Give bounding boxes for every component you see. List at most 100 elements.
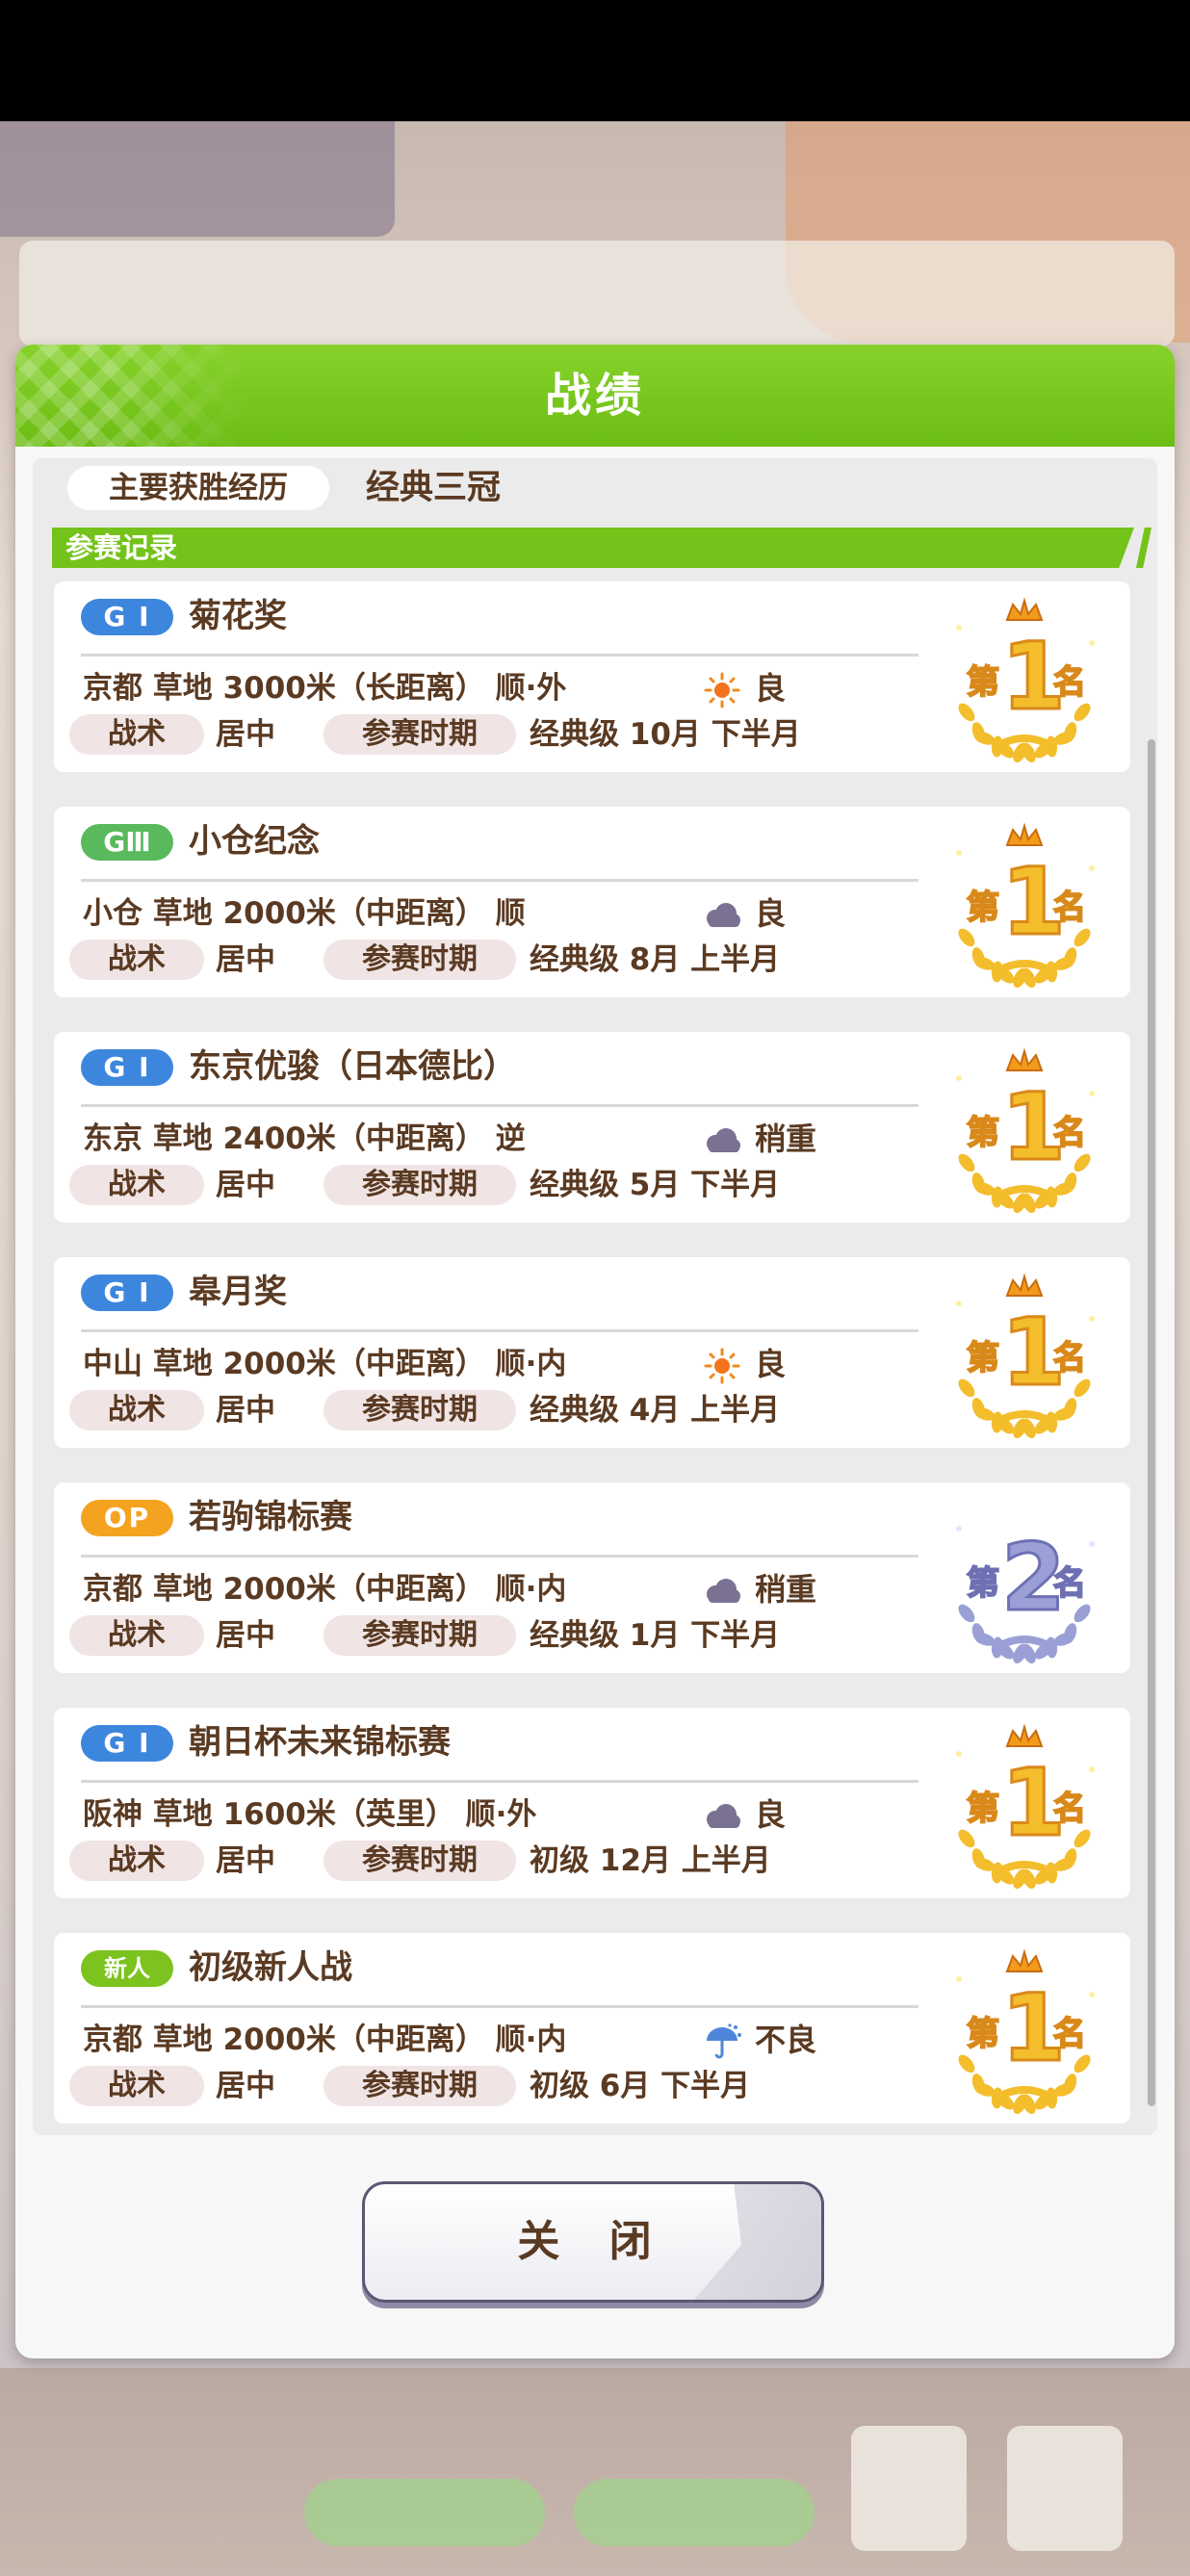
background-top-card [0, 121, 395, 237]
background-square-button-left [851, 2426, 967, 2551]
card-divider [81, 1555, 918, 1558]
card-divider [81, 654, 918, 657]
summary-label: 主要获胜经历 [67, 466, 329, 510]
race-card[interactable]: G I 皋月奖 中山 草地 2000米（中距离） 顺·内 良战术 居中 参赛时期 经典级 4… [54, 1257, 1130, 1448]
race-name: 若驹锦标赛 [189, 1498, 352, 1536]
place-badge: 第1名 [938, 1937, 1111, 2120]
period-label: 参赛时期 [323, 1390, 516, 1430]
race-venue-details: 京都 草地 3000米（长距离） 顺·外 [83, 671, 567, 706]
period-value: 经典级 1月 下半月 [530, 1618, 781, 1653]
cloud-icon [701, 897, 743, 934]
grade-badge: G I [81, 1725, 173, 1762]
dialog-header: 战绩 [15, 345, 1175, 447]
tactic-label: 战术 [69, 2066, 204, 2106]
grade-badge: OP [81, 1500, 173, 1536]
umbrella-icon [701, 2023, 743, 2060]
race-card[interactable]: G I 东京优骏（日本德比） 东京 草地 2400米（中距离） 逆 稍重 战术 居中 参赛时… [54, 1032, 1130, 1223]
place-prefix: 第 [967, 663, 999, 702]
tactic-label: 战术 [69, 1615, 204, 1656]
race-card[interactable]: OP 若驹锦标赛 京都 草地 2000米（中距离） 顺·内 稍重 战术 居中 参赛时期 经典级… [54, 1482, 1130, 1673]
period-value: 经典级 5月 下半月 [530, 1168, 781, 1202]
track-condition: 良 [755, 895, 787, 932]
place-badge: 第2名 [938, 1486, 1111, 1669]
track-condition: 稍重 [755, 1121, 817, 1157]
race-name: 初级新人战 [189, 1948, 352, 1987]
track-condition: 良 [755, 1796, 787, 1833]
cloud-icon [701, 1573, 743, 1610]
race-card[interactable]: G I 菊花奖 京都 草地 3000米（长距离） 顺·外 良战术 居中 参赛时期 经典级 1… [54, 581, 1130, 772]
sun-icon [701, 1348, 743, 1384]
track-condition: 稍重 [755, 1571, 817, 1608]
grade-badge: G I [81, 1049, 173, 1086]
background-pill-right [574, 2479, 815, 2546]
race-venue-details: 中山 草地 2000米（中距离） 顺·内 [83, 1347, 567, 1381]
race-venue-details: 小仓 草地 2000米（中距离） 顺 [83, 896, 526, 931]
card-divider [81, 2005, 918, 2008]
grade-badge: G I [81, 1275, 173, 1311]
place-suffix: 名 [1053, 1114, 1086, 1152]
race-card[interactable]: G I 朝日杯未来锦标赛 阪神 草地 1600米（英里） 顺·外 良战术 居中 参赛时期初… [54, 1708, 1130, 1898]
tactic-label: 战术 [69, 940, 204, 980]
card-divider [81, 879, 918, 882]
background-pill-left [304, 2479, 545, 2546]
race-venue-details: 东京 草地 2400米（中距离） 逆 [83, 1121, 526, 1156]
race-name: 朝日杯未来锦标赛 [189, 1723, 451, 1762]
close-button-label: 关 闭 [517, 2217, 669, 2266]
place-prefix: 第 [967, 1790, 999, 1828]
race-name: 菊花奖 [189, 597, 287, 635]
track-condition: 良 [755, 670, 787, 707]
tactic-label: 战术 [69, 1841, 204, 1881]
tactic-value: 居中 [216, 1393, 275, 1428]
tactic-value: 居中 [216, 942, 275, 977]
tactic-value: 居中 [216, 1618, 275, 1653]
background-race-card [19, 241, 1175, 347]
section-title: 参赛记录 [65, 531, 178, 564]
period-value: 初级 12月 上半月 [530, 1843, 771, 1878]
race-venue-details: 京都 草地 2000米（中距离） 顺·内 [83, 1572, 567, 1607]
status-bar [0, 0, 1190, 121]
background-square-button-right [1007, 2426, 1123, 2551]
scrollbar[interactable] [1148, 739, 1155, 2106]
place-suffix: 名 [1053, 663, 1086, 702]
dialog-title: 战绩 [544, 369, 645, 423]
card-divider [81, 1780, 918, 1783]
place-prefix: 第 [967, 889, 999, 927]
cloud-icon [701, 1122, 743, 1159]
tactic-value: 居中 [216, 2069, 275, 2103]
tactic-value: 居中 [216, 717, 275, 752]
close-button[interactable]: 关 闭 [362, 2181, 824, 2303]
card-divider [81, 1329, 918, 1332]
track-condition: 良 [755, 1346, 787, 1382]
race-name: 皋月奖 [189, 1273, 287, 1311]
place-suffix: 名 [1053, 1339, 1086, 1378]
place-suffix: 名 [1053, 2015, 1086, 2053]
period-value: 经典级 4月 上半月 [530, 1393, 781, 1428]
sun-icon [701, 672, 743, 708]
track-condition: 不良 [755, 2022, 817, 2058]
grade-badge: GⅢ [81, 824, 173, 861]
place-suffix: 名 [1053, 1564, 1086, 1603]
place-suffix: 名 [1053, 889, 1086, 927]
race-venue-details: 京都 草地 2000米（中距离） 顺·内 [83, 2022, 567, 2057]
grade-badge: G I [81, 599, 173, 635]
race-record-dialog: 战绩 主要获胜经历 经典三冠 参赛记录 G I 菊花奖京都 草地 3000米（长距… [15, 345, 1175, 2358]
period-label: 参赛时期 [323, 2066, 516, 2106]
tactic-label: 战术 [69, 1165, 204, 1205]
section-header-bar [52, 528, 1134, 568]
period-label: 参赛时期 [323, 1841, 516, 1881]
place-badge: 第1名 [938, 1036, 1111, 1219]
summary-value: 经典三冠 [366, 469, 502, 507]
race-card[interactable]: 新人 初级新人战京都 草地 2000米（中距离） 顺·内 不良战术 居中 参赛时期 初级 … [54, 1933, 1130, 2124]
cloud-icon [701, 1798, 743, 1835]
tactic-value: 居中 [216, 1843, 275, 1878]
grade-badge: 新人 [81, 1950, 173, 1987]
race-card[interactable]: GⅢ 小仓纪念 小仓 草地 2000米（中距离） 顺 良战术 居中 参赛时期 经典级 8月 … [54, 807, 1130, 997]
tactic-label: 战术 [69, 714, 204, 755]
place-prefix: 第 [967, 2015, 999, 2053]
period-value: 经典级 10月 下半月 [530, 717, 801, 752]
place-badge: 第1名 [938, 1712, 1111, 1894]
period-label: 参赛时期 [323, 940, 516, 980]
period-value: 经典级 8月 上半月 [530, 942, 781, 977]
place-prefix: 第 [967, 1339, 999, 1378]
period-value: 初级 6月 下半月 [530, 2069, 751, 2103]
